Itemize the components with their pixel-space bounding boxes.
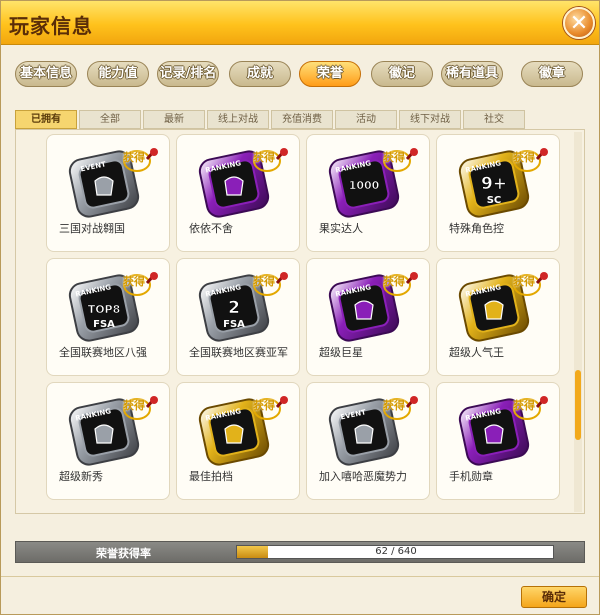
honor-item-label: 全国联赛地区赛亚军 bbox=[189, 346, 288, 359]
subtab-0[interactable]: 已拥有 bbox=[15, 110, 77, 129]
honor-item-label: 手机勋章 bbox=[449, 470, 493, 483]
honor-list-panel: EVENT 获得 三国对战翱国 RANKING 获得 依依不舍 RANKING 1000 获得果… bbox=[15, 129, 585, 514]
obtained-label: 获得 bbox=[513, 151, 535, 164]
tab-4[interactable]: 荣誉 bbox=[299, 61, 361, 87]
honor-item[interactable]: RANKING 获得 最佳拍档 bbox=[176, 382, 300, 500]
honor-item-label: 特殊角色控 bbox=[449, 222, 504, 235]
tab-6[interactable]: 稀有道具 bbox=[441, 61, 503, 87]
tab-7[interactable]: 徽章 bbox=[521, 61, 583, 87]
svg-text:9+: 9+ bbox=[481, 174, 507, 194]
honor-item[interactable]: RANKING 获得 依依不舍 bbox=[176, 134, 300, 252]
honor-item[interactable]: EVENT 获得 加入嘻哈恶魔势力 bbox=[306, 382, 430, 500]
honor-item-label: 果实达人 bbox=[319, 222, 363, 235]
tab-2[interactable]: 记录/排名 bbox=[157, 61, 219, 87]
honor-progress-track: 62 / 640 bbox=[236, 545, 554, 559]
obtained-label: 获得 bbox=[253, 275, 275, 288]
tab-1[interactable]: 能力值 bbox=[87, 61, 149, 87]
subtab-6[interactable]: 线下对战 bbox=[399, 110, 461, 129]
scrollbar-thumb[interactable] bbox=[575, 370, 581, 440]
tab-3[interactable]: 成就 bbox=[229, 61, 291, 87]
window-title: 玩家信息 bbox=[9, 14, 93, 38]
obtained-label: 获得 bbox=[383, 399, 405, 412]
honor-item[interactable]: RANKING 获得 超级新秀 bbox=[46, 382, 170, 500]
honor-item[interactable]: RANKING 1000 获得 果实达人 bbox=[306, 134, 430, 252]
subtab-7[interactable]: 社交 bbox=[463, 110, 525, 129]
honor-item[interactable]: EVENT 获得 三国对战翱国 bbox=[46, 134, 170, 252]
vertical-scrollbar[interactable] bbox=[574, 132, 582, 512]
confirm-button[interactable]: 确定 bbox=[521, 586, 587, 608]
svg-text:SC: SC bbox=[487, 195, 502, 206]
obtained-label: 获得 bbox=[513, 399, 535, 412]
honor-item-label: 超级人气王 bbox=[449, 346, 504, 359]
honor-item[interactable]: RANKING 9+ SC 获得 特殊角色控 bbox=[436, 134, 560, 252]
honor-item-label: 最佳拍档 bbox=[189, 470, 233, 483]
honor-item[interactable]: RANKING TOP8 FSA 获得 全国联赛地区八强 bbox=[46, 258, 170, 376]
honor-item[interactable]: RANKING 获得 超级人气王 bbox=[436, 258, 560, 376]
obtained-label: 获得 bbox=[253, 151, 275, 164]
svg-text:2: 2 bbox=[228, 298, 240, 318]
svg-text:FSA: FSA bbox=[93, 319, 115, 330]
tab-5[interactable]: 徽记 bbox=[371, 61, 433, 87]
subtab-4[interactable]: 充值消费 bbox=[271, 110, 333, 129]
title-bar[interactable]: 玩家信息 ✕ bbox=[1, 1, 599, 45]
honor-item-label: 三国对战翱国 bbox=[59, 222, 125, 235]
obtained-label: 获得 bbox=[123, 399, 145, 412]
honor-item-label: 超级巨星 bbox=[319, 346, 363, 359]
subtab-5[interactable]: 活动 bbox=[335, 110, 397, 129]
honor-item[interactable]: RANKING 2 FSA 获得 全国联赛地区赛亚军 bbox=[176, 258, 300, 376]
obtained-label: 获得 bbox=[513, 275, 535, 288]
obtained-label: 获得 bbox=[253, 399, 275, 412]
obtained-label: 获得 bbox=[123, 275, 145, 288]
honor-item[interactable]: RANKING 获得 手机勋章 bbox=[436, 382, 560, 500]
close-button[interactable]: ✕ bbox=[563, 7, 595, 39]
obtained-label: 获得 bbox=[383, 275, 405, 288]
footer-divider bbox=[1, 576, 599, 577]
tab-0[interactable]: 基本信息 bbox=[15, 61, 77, 87]
obtained-label: 获得 bbox=[383, 151, 405, 164]
honor-rate-label: 荣誉获得率 bbox=[96, 547, 151, 560]
svg-text:FSA: FSA bbox=[223, 319, 245, 330]
subtab-3[interactable]: 线上对战 bbox=[207, 110, 269, 129]
honor-item-label: 依依不舍 bbox=[189, 222, 233, 235]
player-info-window: 玩家信息 ✕ 基本信息 能力值 记录/排名 成就 荣誉 徽记 稀有道具 徽章 已拥有 全部 最新线… bbox=[0, 0, 600, 615]
svg-text:TOP8: TOP8 bbox=[88, 303, 121, 316]
honor-progress-text: 62 / 640 bbox=[375, 546, 417, 557]
honor-rate-bar: 荣誉获得率 62 / 640 bbox=[15, 541, 585, 563]
honor-item-label: 全国联赛地区八强 bbox=[59, 346, 147, 359]
svg-text:1000: 1000 bbox=[349, 179, 380, 192]
obtained-label: 获得 bbox=[123, 151, 145, 164]
honor-item-label: 加入嘻哈恶魔势力 bbox=[319, 470, 407, 483]
main-tabs: 基本信息 能力值 记录/排名 成就 荣誉 徽记 稀有道具 徽章 bbox=[15, 61, 595, 87]
subtab-2[interactable]: 最新 bbox=[143, 110, 205, 129]
honor-item-label: 超级新秀 bbox=[59, 470, 103, 483]
honor-item[interactable]: RANKING 获得 超级巨星 bbox=[306, 258, 430, 376]
subtab-1[interactable]: 全部 bbox=[79, 110, 141, 129]
